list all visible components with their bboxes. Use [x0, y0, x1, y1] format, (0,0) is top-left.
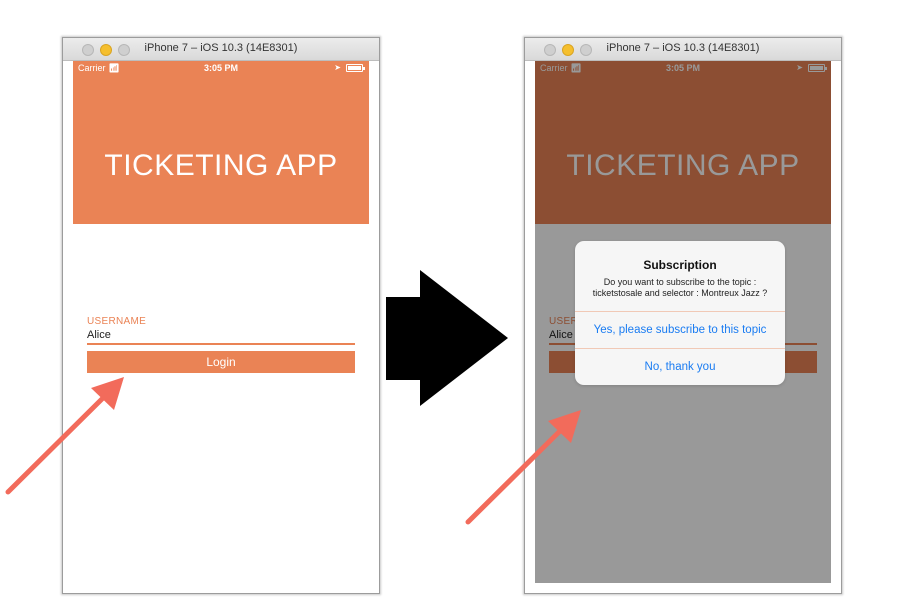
annotation-layer — [5, 270, 581, 525]
pointer-arrow-left-icon — [5, 377, 124, 495]
transition-arrow-icon — [386, 270, 508, 406]
pointer-arrow-right-icon — [465, 410, 581, 525]
